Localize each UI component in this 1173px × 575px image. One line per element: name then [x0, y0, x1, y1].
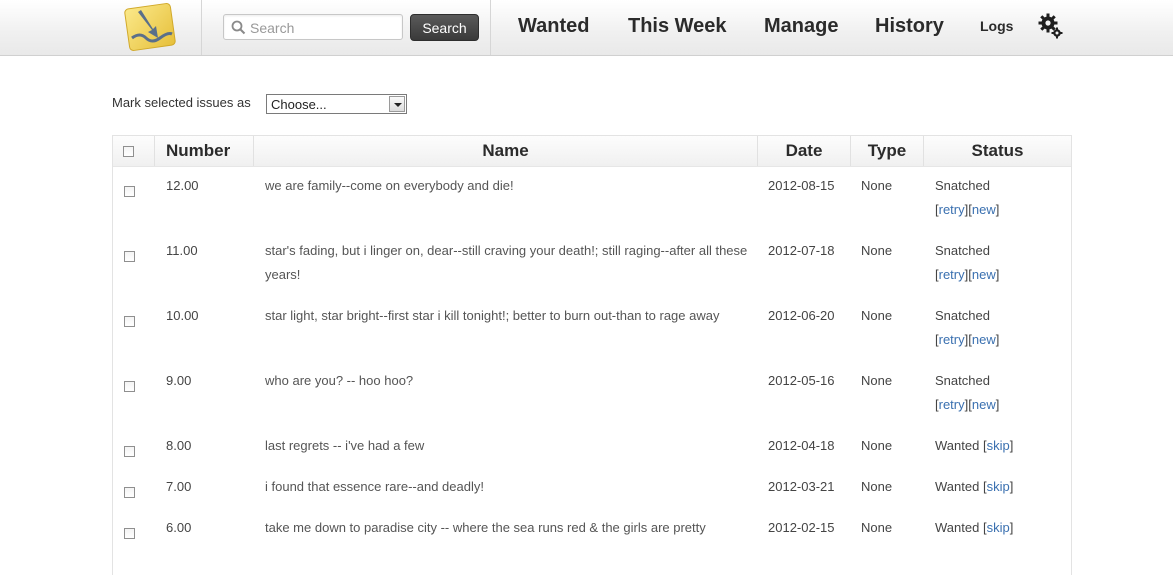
retry-link[interactable]: retry — [939, 332, 965, 347]
issue-date: 2012-02-15 — [768, 520, 835, 535]
issue-status: Snatched [retry][new] — [935, 308, 1000, 347]
issue-name: i found that essence rare--and deadly! — [265, 479, 484, 494]
status-text: Snatched — [935, 243, 990, 258]
search-button[interactable]: Search — [410, 14, 479, 41]
issue-date: 2012-05-16 — [768, 373, 835, 388]
status-text: Wanted — [935, 479, 980, 494]
new-link[interactable]: new — [972, 202, 996, 217]
issue-number: 10.00 — [166, 308, 199, 323]
chevron-down-icon[interactable] — [389, 96, 405, 112]
nav-this-week[interactable]: This Week — [628, 15, 727, 38]
row-checkbox[interactable] — [124, 186, 135, 197]
header-divider — [490, 0, 491, 55]
select-all-header — [113, 136, 155, 166]
new-link[interactable]: new — [972, 332, 996, 347]
status-text: Wanted — [935, 520, 980, 535]
column-header-date[interactable]: Date — [758, 136, 851, 166]
issue-type: None — [861, 373, 893, 388]
issue-name: star light, star bright--first star i ki… — [265, 308, 720, 323]
row-checkbox[interactable] — [124, 528, 135, 539]
issue-number: 6.00 — [166, 520, 192, 535]
app-logo[interactable] — [122, 2, 178, 52]
issue-name: star's fading, but i linger on, dear--st… — [265, 243, 748, 282]
retry-link[interactable]: retry — [939, 267, 965, 282]
nav-wanted[interactable]: Wanted — [518, 15, 589, 38]
issue-number: 11.00 — [166, 243, 198, 258]
search-input[interactable]: Search — [223, 14, 403, 40]
table-header: Number Name Date Type Status — [113, 136, 1071, 167]
issue-date: 2012-04-18 — [768, 438, 835, 453]
column-header-number[interactable]: Number — [155, 136, 254, 166]
search-placeholder: Search — [250, 20, 295, 36]
row-checkbox[interactable] — [124, 381, 135, 392]
select-all-checkbox[interactable] — [123, 146, 134, 157]
new-link[interactable]: new — [972, 267, 996, 282]
issue-date: 2012-03-21 — [768, 479, 835, 494]
row-checkbox[interactable] — [124, 487, 135, 498]
header-divider — [201, 0, 202, 55]
issue-name: take me down to paradise city -- where t… — [265, 520, 706, 535]
mark-selected-label: Mark selected issues as — [112, 95, 251, 110]
row-checkbox[interactable] — [124, 446, 135, 457]
retry-link[interactable]: retry — [939, 397, 965, 412]
issue-type: None — [861, 243, 893, 258]
issue-status: Snatched [retry][new] — [935, 373, 1000, 412]
nav-logs[interactable]: Logs — [980, 18, 1013, 34]
row-checkbox[interactable] — [124, 251, 135, 262]
issue-date: 2012-08-15 — [768, 178, 835, 193]
issue-number: 7.00 — [166, 479, 192, 494]
mark-status-select[interactable]: Choose... — [266, 94, 407, 114]
issue-number: 12.00 — [166, 178, 199, 193]
issue-type: None — [861, 178, 893, 193]
issue-type: None — [861, 438, 893, 453]
status-text: Wanted — [935, 438, 980, 453]
new-link[interactable]: new — [972, 397, 996, 412]
status-text: Snatched — [935, 178, 990, 193]
issue-number: 8.00 — [166, 438, 192, 453]
issue-date: 2012-06-20 — [768, 308, 835, 323]
issue-type: None — [861, 479, 893, 494]
issue-status: Snatched [retry][new] — [935, 243, 1000, 282]
top-header: Search Search Wanted This Week Manage Hi… — [0, 0, 1173, 56]
issue-status: Snatched [retry][new] — [935, 178, 1000, 217]
issue-status: Wanted [skip] — [935, 520, 1014, 535]
nav-history[interactable]: History — [875, 15, 944, 38]
nav-manage[interactable]: Manage — [764, 15, 838, 38]
issue-name: last regrets -- i've had a few — [265, 438, 425, 453]
issues-table: Number Name Date Type Status 12.00 we are… — [112, 135, 1072, 575]
column-header-name[interactable]: Name — [254, 136, 758, 166]
retry-link[interactable]: retry — [939, 202, 965, 217]
skip-link[interactable]: skip — [987, 479, 1010, 494]
select-value: Choose... — [271, 97, 327, 112]
row-checkbox[interactable] — [124, 316, 135, 327]
issue-date: 2012-07-18 — [768, 243, 835, 258]
status-text: Snatched — [935, 373, 990, 388]
skip-link[interactable]: skip — [987, 520, 1010, 535]
issue-type: None — [861, 520, 893, 535]
issue-status: Wanted [skip] — [935, 438, 1014, 453]
magnifier-icon — [231, 20, 246, 35]
status-text: Snatched — [935, 308, 990, 323]
issue-status: Wanted [skip] — [935, 479, 1014, 494]
column-header-type[interactable]: Type — [851, 136, 924, 166]
gear-icon[interactable] — [1038, 12, 1064, 40]
issue-name: who are you? -- hoo hoo? — [265, 373, 414, 388]
issue-name: we are family--come on everybody and die… — [265, 178, 514, 193]
issue-number: 9.00 — [166, 373, 192, 388]
skip-link[interactable]: skip — [987, 438, 1010, 453]
issue-type: None — [861, 308, 893, 323]
column-header-status[interactable]: Status — [924, 136, 1071, 166]
